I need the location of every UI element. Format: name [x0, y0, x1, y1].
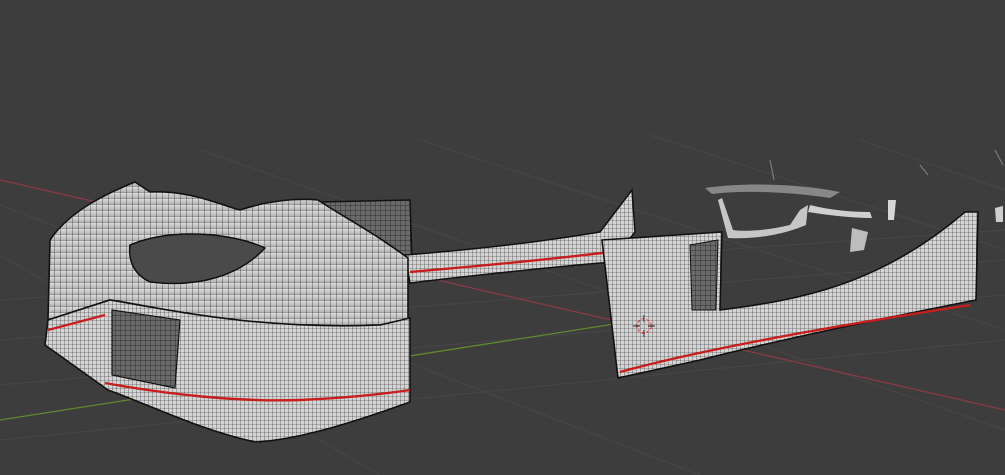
viewport-canvas[interactable] — [0, 0, 1005, 475]
3d-viewport[interactable] — [0, 0, 1005, 475]
side-skirt[interactable] — [601, 211, 979, 379]
